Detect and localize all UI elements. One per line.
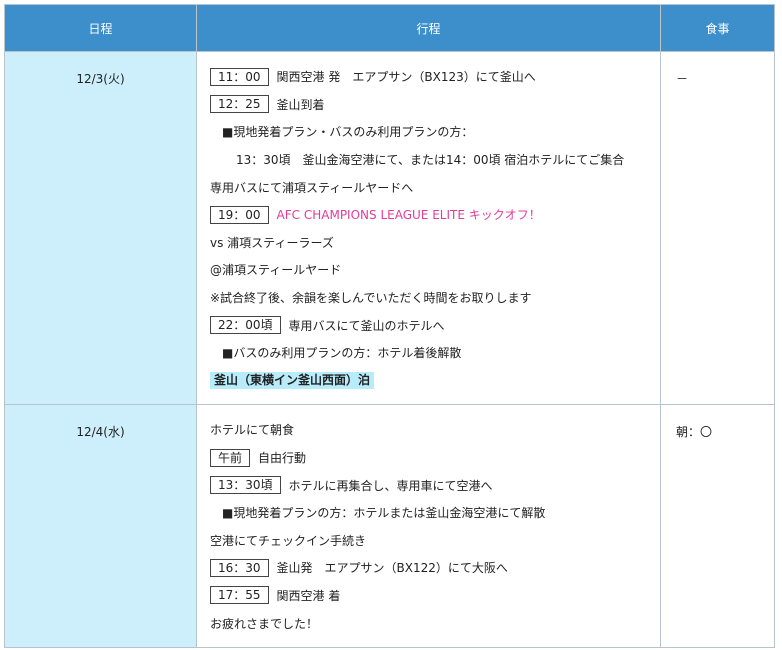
schedule-body: 12/3(火) 11：00 関西空港 発 エアプサン（BX123）にて釜山へ 12：2…: [4, 50, 775, 648]
itinerary-text: 空港にてチェックイン手続き: [210, 533, 367, 548]
time-badge: 22：00頃: [210, 316, 281, 335]
itinerary-text: ※試合終了後、余韻を楽しんでいただく時間をお取りします: [210, 291, 532, 306]
itinerary-text: 自由行動: [258, 451, 307, 466]
itinerary-line: @浦項スティールヤード: [210, 256, 648, 284]
itinerary-line: 16：30 釜山発 エアプサン（BX122）にて大阪へ: [210, 554, 648, 582]
itinerary-text: 関西空港 発 エアプサン（BX123）にて釜山へ: [276, 70, 536, 85]
time-badge: 11：00: [210, 67, 269, 86]
itinerary-text: @浦項スティールヤード: [210, 263, 342, 278]
header-row: 日程 行程 食事: [4, 4, 775, 52]
hotel-highlight: 釜山（東横イン釜山西面）泊: [210, 371, 375, 389]
day-date: 12/3(火): [4, 50, 197, 406]
itinerary-line: お疲れさまでした！: [210, 609, 648, 637]
itinerary-text: 釜山到着: [276, 97, 325, 112]
day-meal: 朝：〇: [660, 404, 775, 648]
itinerary-text: ■バスのみ利用プランの方：ホテル着後解散: [222, 346, 462, 361]
time-badge: 16：30: [210, 558, 269, 577]
itinerary-text: 関西空港 着: [276, 588, 341, 603]
itinerary-text: ■現地発着プラン・バスのみ利用プランの方：: [222, 125, 474, 140]
itinerary-line: ■バスのみ利用プランの方：ホテル着後解散: [210, 339, 648, 367]
itinerary-line: 13：30頃 ホテルに再集合し、専用車にて空港へ: [210, 471, 648, 499]
time-badge: 午前: [210, 448, 251, 467]
itinerary-text: vs 浦項スティーラーズ: [210, 235, 334, 250]
itinerary-text: ■現地発着プランの方：ホテルまたは釜山金海空港にて解散: [222, 506, 546, 521]
itinerary-line: ■現地発着プラン・バスのみ利用プランの方：: [210, 118, 648, 146]
time-badge: 19：00: [210, 205, 269, 224]
itinerary-text: 専用バスにて浦項スティールヤードへ: [210, 180, 414, 195]
time-badge: 13：30頃: [210, 476, 281, 495]
table-row: 12/3(火) 11：00 関西空港 発 エアプサン（BX123）にて釜山へ 12：2…: [4, 50, 775, 406]
itinerary-line: 釜山（東横イン釜山西面）泊: [210, 367, 648, 395]
header-date: 日程: [4, 4, 197, 52]
itinerary-line: 空港にてチェックイン手続き: [210, 527, 648, 555]
itinerary-text: 13：30頃 釜山金海空港にて、または14：00頃 宿泊ホテルにてご集合: [236, 153, 625, 168]
itinerary-line: 17：55 関西空港 着: [210, 582, 648, 610]
schedule-table: 日程 行程 食事 12/3(火) 11：00 関西空港 発 エアプサン（BX123）…: [4, 4, 775, 648]
itinerary-line: 11：00 関西空港 発 エアプサン（BX123）にて釜山へ: [210, 63, 648, 91]
itinerary-text: 釜山発 エアプサン（BX122）にて大阪へ: [276, 561, 508, 576]
itinerary-text: お疲れさまでした！: [210, 616, 319, 631]
time-badge: 12：25: [210, 95, 269, 114]
day-itinerary: 11：00 関西空港 発 エアプサン（BX123）にて釜山へ 12：25 釜山到着 ■現…: [196, 50, 661, 406]
header-meals: 食事: [660, 4, 775, 52]
itinerary-line: 専用バスにて浦項スティールヤードへ: [210, 173, 648, 201]
itinerary-text: ホテルにて朝食: [210, 423, 295, 438]
itinerary-line: ※試合終了後、余韻を楽しんでいただく時間をお取りします: [210, 284, 648, 312]
itinerary-text: ホテルに再集合し、専用車にて空港へ: [288, 478, 493, 493]
itinerary-line: ■現地発着プランの方：ホテルまたは釜山金海空港にて解散: [210, 499, 648, 527]
day-meal: －: [660, 50, 775, 406]
itinerary-line: 22：00頃 専用バスにて釜山のホテルへ: [210, 311, 648, 339]
itinerary-text: 専用バスにて釜山のホテルへ: [288, 318, 445, 333]
itinerary-line: 19：00 AFC CHAMPIONS LEAGUE ELITE キックオフ！: [210, 201, 648, 229]
time-badge: 17：55: [210, 586, 269, 605]
itinerary-line: ホテルにて朝食: [210, 416, 648, 444]
table-row: 12/4(水) ホテルにて朝食 午前 自由行動 13：30頃 ホテルに再集合し、専用車にて…: [4, 404, 775, 648]
itinerary-line: 午前 自由行動: [210, 444, 648, 472]
day-date: 12/4(水): [4, 404, 197, 648]
itinerary-line: 13：30頃 釜山金海空港にて、または14：00頃 宿泊ホテルにてご集合: [210, 146, 648, 174]
itinerary-text: AFC CHAMPIONS LEAGUE ELITE キックオフ！: [276, 208, 541, 223]
itinerary-line: vs 浦項スティーラーズ: [210, 229, 648, 257]
header-itinerary: 行程: [196, 4, 661, 52]
itinerary-line: 12：25 釜山到着: [210, 91, 648, 119]
day-itinerary: ホテルにて朝食 午前 自由行動 13：30頃 ホテルに再集合し、専用車にて空港へ ■現地発…: [196, 404, 661, 648]
